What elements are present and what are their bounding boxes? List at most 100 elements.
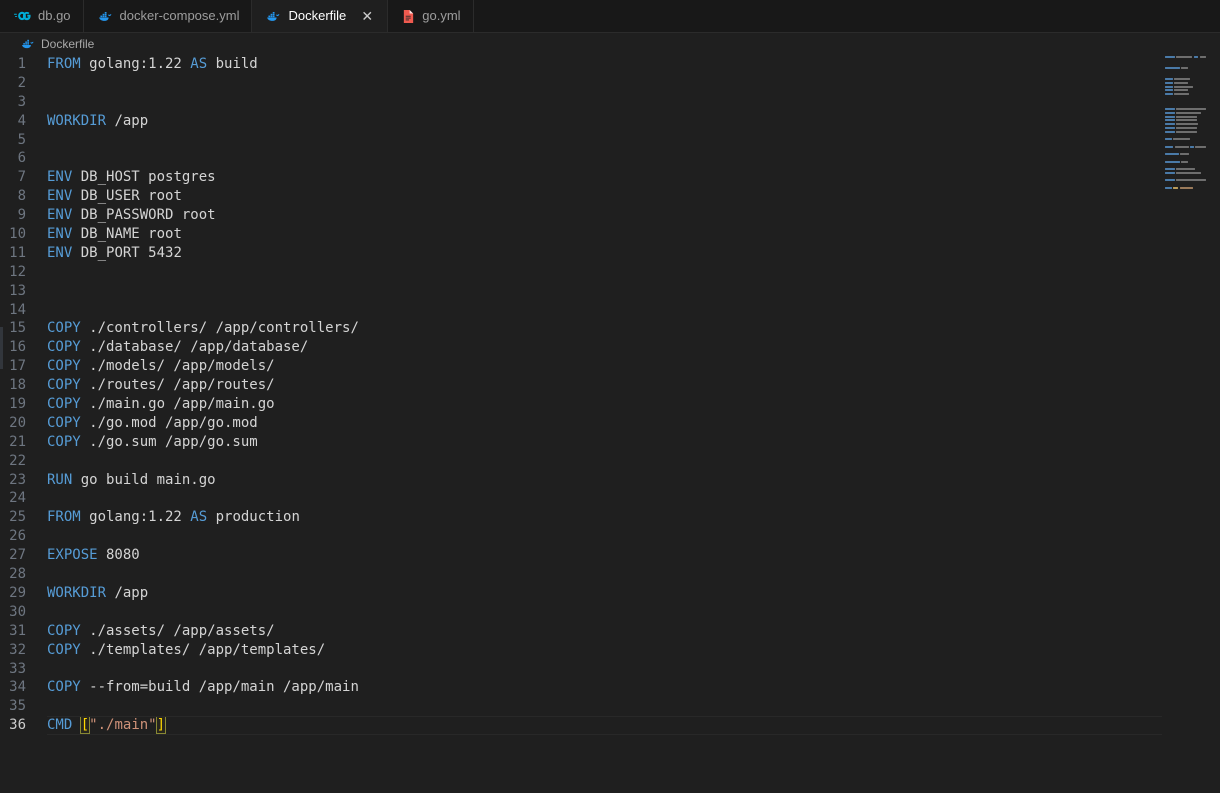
minimap-token	[1176, 179, 1206, 182]
code-line[interactable]: 6	[1, 149, 1220, 168]
code-line[interactable]: 33	[1, 660, 1220, 679]
vertical-scrollbar[interactable]	[1206, 55, 1220, 793]
breadcrumb-item-dockerfile[interactable]: Dockerfile	[41, 37, 94, 51]
minimap-token	[1165, 130, 1175, 133]
minimap-token	[1193, 55, 1199, 58]
code-line[interactable]: 35	[1, 697, 1220, 716]
code-line[interactable]: 18 COPY ./routes/ /app/routes/	[1, 376, 1220, 395]
editor-minimap[interactable]	[1162, 55, 1206, 793]
code-line[interactable]: 22	[1, 452, 1220, 471]
code-line[interactable]: 3	[1, 93, 1220, 112]
minimap-line	[1162, 66, 1206, 69]
minimap-token	[1173, 186, 1179, 189]
code-line[interactable]: 23 RUN go build main.go	[1, 471, 1220, 490]
code-line[interactable]: 27 EXPOSE 8080	[1, 546, 1220, 565]
line-number: 14	[9, 301, 26, 318]
line-content: COPY ./go.mod /app/go.mod	[47, 414, 1220, 433]
line-number: 2	[17, 74, 26, 91]
code-line[interactable]: 14	[1, 301, 1220, 320]
minimap-token	[1165, 179, 1175, 182]
code-line[interactable]: 31 COPY ./assets/ /app/assets/	[1, 622, 1220, 641]
minimap-line	[1162, 156, 1206, 159]
minimap-line	[1162, 55, 1206, 58]
code-line[interactable]: 2	[1, 74, 1220, 93]
close-icon[interactable]: ✕	[359, 8, 375, 24]
tab-label: db.go	[38, 8, 71, 23]
code-line[interactable]: 9 ENV DB_PASSWORD root	[1, 206, 1220, 225]
code-line[interactable]: 25 FROM golang:1.22 AS production	[1, 508, 1220, 527]
code-line[interactable]: 30	[1, 603, 1220, 622]
minimap-line	[1162, 153, 1206, 156]
code-line[interactable]: 32 COPY ./templates/ /app/templates/	[1, 641, 1220, 660]
code-line[interactable]: 5	[1, 131, 1220, 150]
minimap-token	[1165, 171, 1175, 174]
line-number: 16	[9, 339, 26, 356]
code-line[interactable]: 19 COPY ./main.go /app/main.go	[1, 395, 1220, 414]
line-number: 27	[9, 547, 26, 564]
minimap-token	[1165, 89, 1173, 92]
code-line[interactable]: 15 COPY ./controllers/ /app/controllers/	[1, 319, 1220, 338]
code-line[interactable]: 24	[1, 489, 1220, 508]
code-line-current[interactable]: 36 CMD ["./main"]	[1, 716, 1220, 735]
minimap-token	[1179, 186, 1193, 189]
code-line[interactable]: 13	[1, 282, 1220, 301]
code-line[interactable]: 16 COPY ./database/ /app/database/	[1, 338, 1220, 357]
line-number: 18	[9, 377, 26, 394]
token-kw: COPY	[47, 622, 81, 639]
code-line[interactable]: 34 COPY --from=build /app/main /app/main	[1, 678, 1220, 697]
token-kw: COPY	[47, 641, 81, 658]
minimap-token	[1190, 145, 1194, 148]
tab-go-yml[interactable]: go.yml	[388, 0, 474, 32]
line-content: WORKDIR /app	[47, 584, 1220, 603]
minimap-line	[1162, 149, 1206, 152]
tab-docker-compose-yml[interactable]: docker-compose.yml	[83, 0, 253, 32]
token-txt: ./go.mod /app/go.mod	[80, 414, 258, 431]
code-line[interactable]: 28	[1, 565, 1220, 584]
code-line[interactable]: 21 COPY ./go.sum /app/go.sum	[1, 433, 1220, 452]
minimap-line	[1162, 126, 1206, 129]
token-kw: COPY	[47, 377, 81, 394]
code-line[interactable]: 1 FROM golang:1.22 AS build	[1, 55, 1220, 74]
line-content: COPY ./assets/ /app/assets/	[47, 622, 1220, 641]
code-line[interactable]: 20 COPY ./go.mod /app/go.mod	[1, 414, 1220, 433]
line-number: 34	[9, 679, 26, 696]
code-viewport[interactable]: 1 FROM golang:1.22 AS build 2 3 4 WORKDIR /ap…	[1, 55, 1220, 793]
token-kw: FROM	[47, 509, 81, 526]
tab-dockerfile[interactable]: Dockerfile ✕	[252, 0, 389, 32]
line-content: COPY ./main.go /app/main.go	[47, 395, 1220, 414]
line-content: COPY ./models/ /app/models/	[47, 357, 1220, 376]
minimap-token	[1176, 55, 1193, 58]
line-content: COPY ./database/ /app/database/	[47, 338, 1220, 357]
go-file-icon	[14, 9, 31, 23]
code-content[interactable]: 1 FROM golang:1.22 AS build 2 3 4 WORKDIR /ap…	[1, 55, 1220, 735]
minimap-line	[1162, 93, 1206, 96]
line-number: 12	[9, 263, 26, 280]
line-number: 35	[9, 698, 26, 715]
tab-db-go[interactable]: db.go	[0, 0, 84, 32]
line-number: 23	[9, 471, 26, 488]
line-number: 24	[9, 490, 26, 507]
minimap-line	[1162, 175, 1206, 178]
minimap-token	[1176, 168, 1196, 170]
code-line[interactable]: 4 WORKDIR /app	[1, 112, 1220, 131]
token-kw: WORKDIR	[47, 584, 107, 601]
code-line[interactable]: 11 ENV DB_PORT 5432	[1, 244, 1220, 263]
code-line[interactable]: 7 ENV DB_HOST postgres	[1, 168, 1220, 187]
token-kw: ENV	[47, 226, 73, 243]
minimap-line	[1162, 186, 1206, 189]
minimap-line	[1162, 138, 1206, 141]
code-line[interactable]: 17 COPY ./models/ /app/models/	[1, 357, 1220, 376]
code-line[interactable]: 29 WORKDIR /app	[1, 584, 1220, 603]
code-line[interactable]: 26	[1, 527, 1220, 546]
tab-bar-empty-space	[473, 0, 1220, 32]
code-line[interactable]: 12	[1, 263, 1220, 282]
code-line[interactable]: 8 ENV DB_USER root	[1, 187, 1220, 206]
code-line[interactable]: 10 ENV DB_NAME root	[1, 225, 1220, 244]
token-txt: ./routes/ /app/routes/	[80, 377, 275, 394]
token-txt: /app	[106, 112, 149, 129]
minimap-token	[1165, 145, 1174, 148]
line-number: 32	[9, 641, 26, 658]
token-txt: golang:1.22	[80, 56, 191, 72]
line-content: ENV DB_NAME root	[47, 225, 1220, 244]
